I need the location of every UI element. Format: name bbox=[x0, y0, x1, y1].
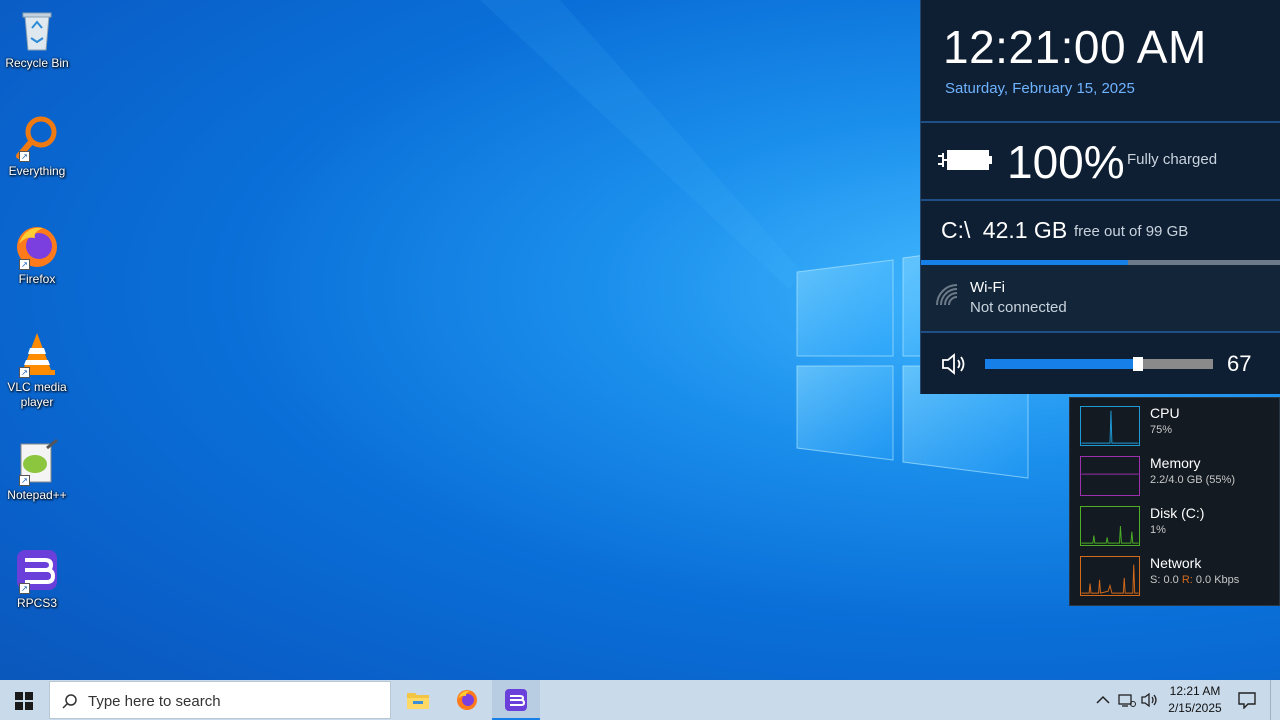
desktop-icon-everything[interactable]: ↗ Everything bbox=[2, 108, 72, 179]
memory-graph bbox=[1080, 456, 1140, 496]
wifi-name: Wi-Fi bbox=[970, 279, 1005, 296]
desktop-icon-firefox[interactable]: ↗ Firefox bbox=[2, 216, 72, 287]
net-recv: 0.0 Kbps bbox=[1195, 574, 1240, 586]
perf-value: 2.2/4.0 GB (55%) bbox=[1150, 474, 1235, 486]
taskbar-time: 12:21 AM bbox=[1169, 684, 1221, 698]
volume-slider-thumb[interactable] bbox=[1132, 357, 1143, 371]
battery-status: Fully charged bbox=[1127, 151, 1218, 168]
perf-title: CPU bbox=[1150, 405, 1180, 421]
disk-graph bbox=[1080, 506, 1140, 546]
speaker-icon[interactable] bbox=[941, 351, 969, 377]
flyout-date[interactable]: Saturday, February 15, 2025 bbox=[945, 80, 1135, 97]
perf-value: 1% bbox=[1150, 524, 1166, 536]
shortcut-arrow-icon: ↗ bbox=[19, 367, 30, 378]
recycle-bin-icon bbox=[13, 6, 61, 54]
perf-title: Memory bbox=[1150, 455, 1201, 471]
battery-plug-icon bbox=[938, 150, 992, 170]
taskbar-rpcs3[interactable] bbox=[492, 680, 540, 720]
notifications-icon[interactable] bbox=[1238, 691, 1256, 709]
shortcut-arrow-icon: ↗ bbox=[19, 151, 30, 162]
desktop-icon-label: Everything bbox=[8, 164, 66, 178]
net-send: S: 0.0 bbox=[1150, 574, 1179, 586]
perf-value: S: 0.0 R: 0.0 Kbps bbox=[1150, 574, 1239, 586]
notepadpp-icon: ↗ bbox=[13, 438, 61, 486]
show-desktop-button[interactable] bbox=[1270, 680, 1280, 720]
taskbar-firefox[interactable] bbox=[443, 680, 491, 720]
desktop-icon-recycle-bin[interactable]: Recycle Bin bbox=[2, 0, 72, 71]
rpcs3-icon bbox=[505, 689, 527, 711]
battery-section[interactable]: 100% Fully charged bbox=[921, 123, 1280, 201]
wifi-icon bbox=[936, 284, 958, 306]
net-recv-label: R: bbox=[1181, 574, 1193, 586]
desktop-icon-label: VLC media player bbox=[7, 380, 67, 409]
disk-free: 42.1 GB bbox=[982, 217, 1068, 243]
volume-slider-fill bbox=[985, 359, 1138, 369]
shortcut-arrow-icon: ↗ bbox=[19, 475, 30, 486]
search-magnifier-icon: ↗ bbox=[13, 114, 61, 162]
desktop-icon-label: Recycle Bin bbox=[5, 56, 69, 70]
chevron-up-icon[interactable] bbox=[1096, 694, 1110, 706]
taskbar-clock[interactable]: 12:21 AM 2/15/2025 bbox=[1162, 683, 1228, 717]
taskbar-file-explorer[interactable] bbox=[394, 680, 442, 720]
perf-title: Network bbox=[1150, 555, 1202, 571]
volume-slider[interactable] bbox=[985, 357, 1213, 371]
rpcs3-icon: ↗ bbox=[13, 546, 61, 594]
perf-title: Disk (C:) bbox=[1150, 505, 1205, 521]
perf-row-memory[interactable]: Memory 2.2/4.0 GB (55%) bbox=[1070, 448, 1280, 498]
network-graph bbox=[1080, 556, 1140, 596]
shortcut-arrow-icon: ↗ bbox=[19, 259, 30, 270]
perf-row-network[interactable]: Network S: 0.0 R: 0.0 Kbps bbox=[1070, 548, 1280, 598]
flyout-time: 12:21:00 AM bbox=[943, 21, 1207, 73]
desktop-icon-rpcs3[interactable]: ↗ RPCS3 bbox=[2, 540, 72, 611]
windows-start-icon bbox=[15, 692, 33, 710]
perf-row-cpu[interactable]: CPU 75% bbox=[1070, 398, 1280, 448]
desktop-icon-notepadpp[interactable]: ↗ Notepad++ bbox=[2, 432, 72, 503]
disk-detail: free out of 99 GB bbox=[1074, 223, 1189, 240]
firefox-icon: ↗ bbox=[13, 222, 61, 270]
desktop-icon-label: Notepad++ bbox=[7, 488, 67, 502]
folder-icon bbox=[407, 693, 429, 709]
wifi-section[interactable]: Wi-Fi Not connected bbox=[921, 265, 1280, 333]
taskbar: Type here to search 12:21 AM 2/15/2025 bbox=[0, 680, 1280, 720]
desktop-icon-label: Firefox bbox=[18, 272, 56, 286]
firefox-icon bbox=[457, 690, 477, 710]
taskbar-search-box[interactable]: Type here to search bbox=[49, 681, 391, 719]
volume-tray-icon[interactable] bbox=[1141, 692, 1159, 708]
clock-section: 12:21:00 AM Saturday, February 15, 2025 bbox=[921, 0, 1280, 123]
shortcut-arrow-icon: ↗ bbox=[19, 583, 30, 594]
battery-percent: 100% bbox=[1007, 136, 1125, 188]
performance-widget: CPU 75% Memory 2.2/4.0 GB (55%) Disk (C:… bbox=[1069, 397, 1280, 606]
status-flyout: 12:21:00 AM Saturday, February 15, 2025 … bbox=[920, 0, 1280, 394]
network-tray-icon[interactable] bbox=[1118, 692, 1136, 708]
disk-drive: C:\ bbox=[941, 217, 971, 243]
cpu-graph bbox=[1080, 406, 1140, 446]
volume-value: 67 bbox=[1227, 351, 1252, 376]
desktop-icon-label: RPCS3 bbox=[16, 596, 57, 610]
perf-row-disk[interactable]: Disk (C:) 1% bbox=[1070, 498, 1280, 548]
vlc-cone-icon: ↗ bbox=[13, 330, 61, 378]
desktop-icon-vlc[interactable]: ↗ VLC media player bbox=[2, 324, 72, 410]
perf-value: 75% bbox=[1150, 424, 1173, 436]
disk-section[interactable]: C:\ 42.1 GB free out of 99 GB bbox=[921, 201, 1280, 261]
taskbar-date: 2/15/2025 bbox=[1168, 701, 1222, 715]
search-placeholder: Type here to search bbox=[88, 693, 221, 710]
start-button[interactable] bbox=[0, 680, 48, 720]
wifi-status: Not connected bbox=[970, 299, 1067, 316]
search-icon bbox=[62, 694, 77, 709]
